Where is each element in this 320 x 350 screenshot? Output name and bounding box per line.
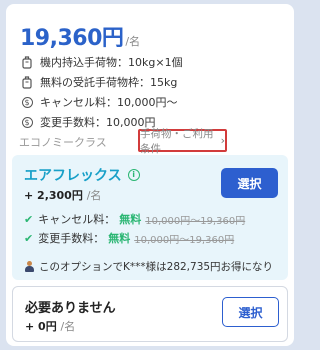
feature-text: 変更手数料：10,000円 xyxy=(40,116,156,129)
option-airflex: エアフレックス i + 2,300円 /名 選択 ✔ キャンセル料： 無料 10… xyxy=(12,155,288,280)
option-none: 必要ありません + 0円 /名 選択 xyxy=(12,286,288,342)
luggage-icon xyxy=(20,75,34,89)
terms-link-label: 手荷物・ご利用条件 xyxy=(140,127,214,155)
select-none-button[interactable]: 選択 xyxy=(222,297,279,327)
luggage-icon xyxy=(20,55,34,69)
dollar-circle-icon: $ xyxy=(20,95,34,109)
option-price-value: + 0円 xyxy=(25,320,57,333)
savings-note: このオプションでK***様は282,735円お得になり xyxy=(24,259,273,274)
fare-card: 19,360円 /名 機内持込手荷物：10kg×1個 無料の受託手荷物枠：15k… xyxy=(6,4,294,346)
feature-change-fee: $ 変更手数料：10,000円 xyxy=(20,114,156,130)
benefit-change-fee: ✔ 変更手数料： 無料 10,000円〜19,360円 xyxy=(24,230,234,246)
check-icon: ✔ xyxy=(24,212,34,226)
option-price-unit: /名 xyxy=(86,189,102,202)
benefit-free: 無料 xyxy=(119,213,142,226)
info-icon[interactable]: i xyxy=(127,169,140,181)
benefit-old-price: 10,000円〜19,360円 xyxy=(145,215,246,227)
option-price-unit: /名 xyxy=(60,320,76,333)
feature-text: 無料の受託手荷物枠：15kg xyxy=(40,76,178,89)
check-icon: ✔ xyxy=(24,231,34,245)
option-price: + 0円 /名 xyxy=(25,318,75,334)
fare-price-row: 19,360円 /名 xyxy=(20,20,140,52)
chevron-right-icon: › xyxy=(220,134,225,147)
option-title: 必要ありません xyxy=(25,301,116,316)
benefit-old-price: 10,000円〜19,360円 xyxy=(134,234,235,246)
fare-price: 19,360円 xyxy=(20,26,124,51)
person-icon xyxy=(24,260,35,273)
feature-cancellation: $ キャンセル料：10,000円〜 xyxy=(20,94,178,110)
option-price: + 2,300円 /名 xyxy=(24,187,101,203)
baggage-terms-link[interactable]: 手荷物・ご利用条件 › xyxy=(138,128,227,155)
option-title-text: エアフレックス xyxy=(24,168,122,184)
fare-class-label: エコノミークラス xyxy=(19,136,107,149)
benefit-label: 変更手数料： xyxy=(38,232,105,245)
savings-text: このオプションでK***様は282,735円お得になり xyxy=(39,261,274,273)
feature-text: キャンセル料：10,000円〜 xyxy=(40,96,178,109)
benefit-free: 無料 xyxy=(108,232,131,245)
benefit-label: キャンセル料： xyxy=(38,213,116,226)
feature-text: 機内持込手荷物：10kg×1個 xyxy=(40,56,183,69)
dollar-circle-icon: $ xyxy=(20,115,34,129)
feature-checked-baggage: 無料の受託手荷物枠：15kg xyxy=(20,74,177,90)
fare-price-unit: /名 xyxy=(125,35,141,48)
select-airflex-button[interactable]: 選択 xyxy=(221,168,278,198)
option-title: エアフレックス i xyxy=(24,165,140,185)
option-price-value: + 2,300円 xyxy=(24,189,83,202)
feature-carry-on: 機内持込手荷物：10kg×1個 xyxy=(20,54,183,70)
benefit-cancellation: ✔ キャンセル料： 無料 10,000円〜19,360円 xyxy=(24,211,245,227)
